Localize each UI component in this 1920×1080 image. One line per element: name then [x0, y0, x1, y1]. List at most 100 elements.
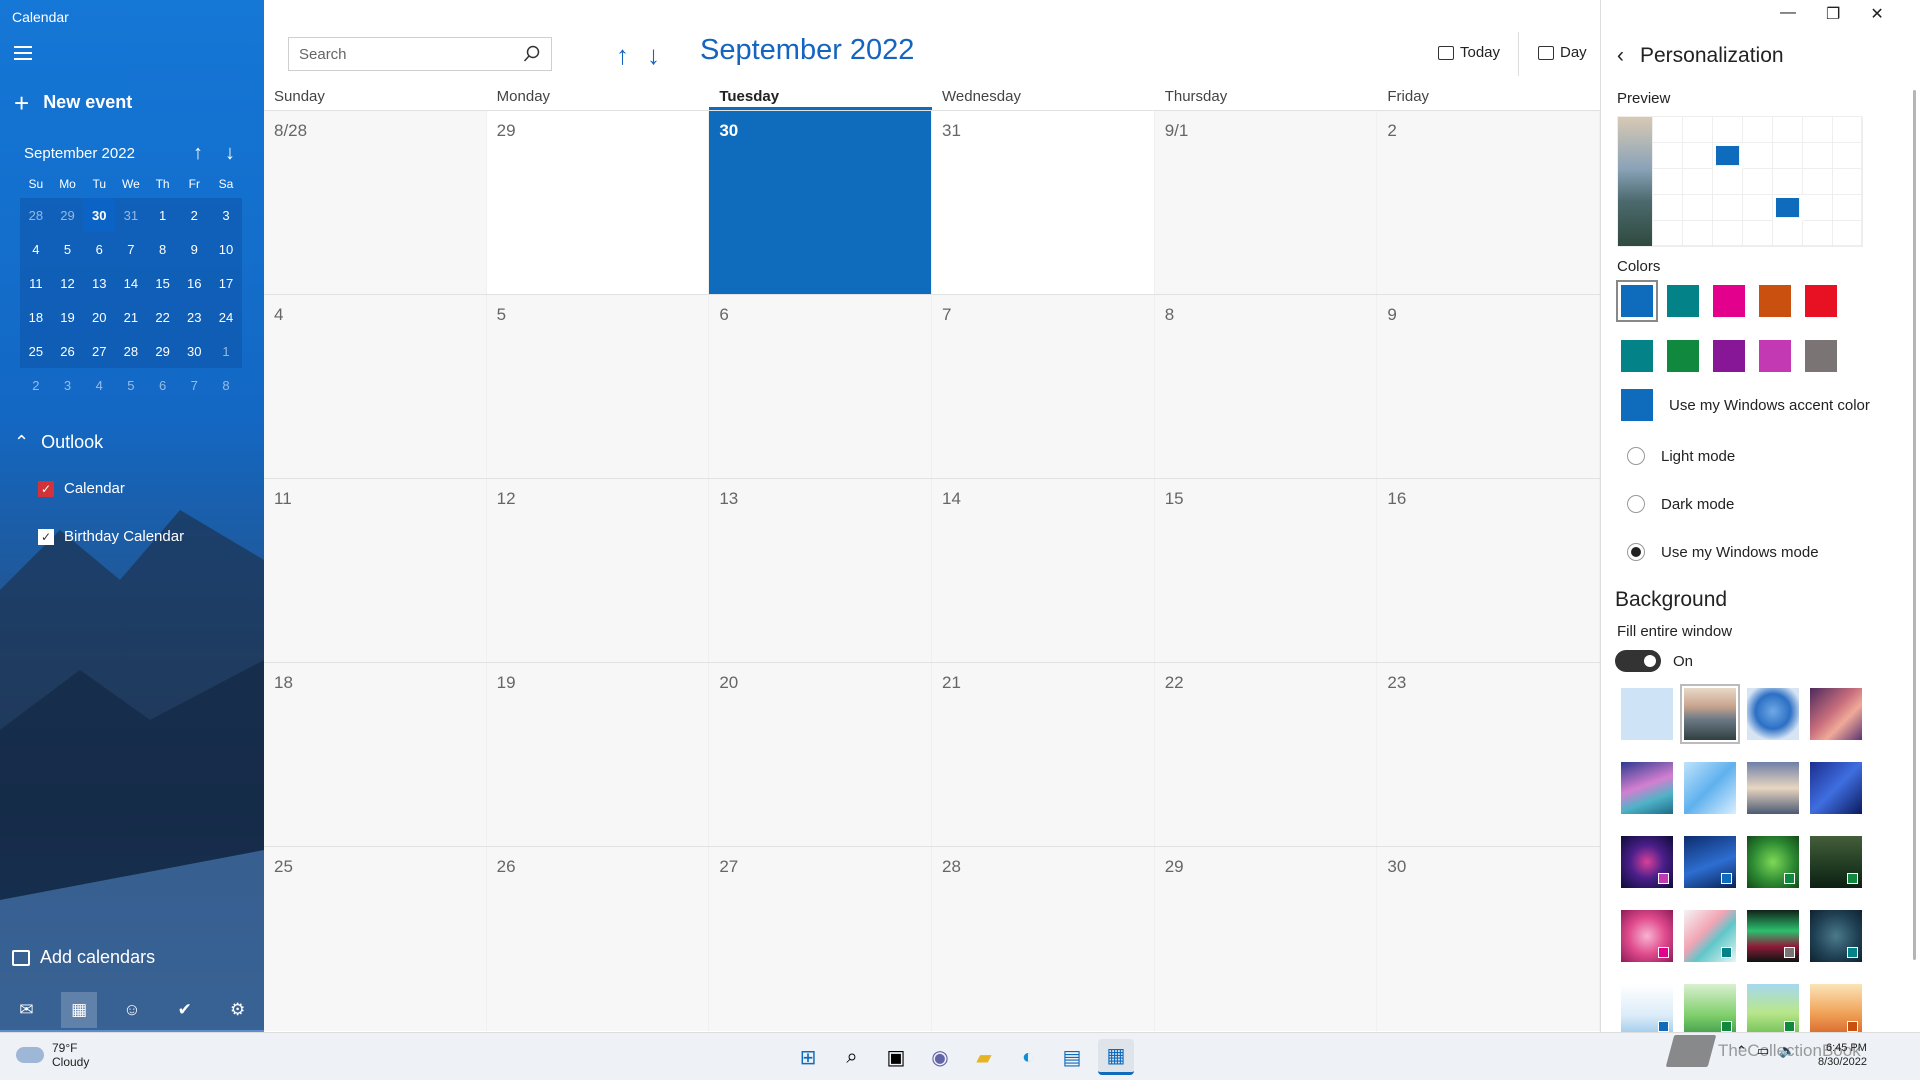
background-thumbnail-sunset-lake[interactable] [1747, 762, 1799, 814]
day-cell[interactable]: 20 [709, 663, 933, 847]
calendar-app-icon[interactable]: ▦ [1098, 1039, 1134, 1075]
file-explorer-icon[interactable]: ▰ [966, 1039, 1002, 1075]
day-cell[interactable]: 13 [709, 479, 933, 663]
day-cell[interactable]: 9/1 [1154, 111, 1378, 295]
day-cell[interactable]: 27 [709, 847, 933, 1031]
day-cell[interactable]: 14 [932, 479, 1155, 663]
next-month-arrow-icon[interactable]: ↓ [647, 40, 660, 71]
mini-day[interactable]: 5 [115, 368, 147, 402]
background-thumbnail-forest[interactable] [1810, 836, 1862, 888]
back-arrow-icon[interactable]: ‹ [1617, 44, 1624, 68]
background-thumbnail-snowflakes[interactable] [1810, 910, 1862, 962]
month-title[interactable]: September 2022 [700, 34, 914, 67]
mini-day[interactable]: 28 [20, 198, 52, 232]
windows-accent-option[interactable]: Use my Windows accent color [1621, 389, 1870, 421]
mini-day[interactable]: 18 [20, 300, 52, 334]
hamburger-menu-icon[interactable] [14, 46, 32, 60]
search-icon[interactable] [523, 45, 541, 63]
color-swatch-magenta[interactable] [1759, 340, 1791, 372]
mini-next-arrow-icon[interactable]: ↓ [214, 142, 246, 165]
mini-day[interactable]: 30 [178, 334, 210, 368]
new-event-button[interactable]: + New event [14, 90, 132, 116]
background-thumbnail-hills[interactable] [1684, 984, 1736, 1036]
fill-window-toggle[interactable] [1615, 650, 1661, 672]
dark-mode-option[interactable]: Dark mode [1627, 495, 1734, 513]
day-cell[interactable]: 21 [932, 663, 1155, 847]
mini-day[interactable]: 11 [20, 266, 52, 300]
mini-day[interactable]: 28 [115, 334, 147, 368]
mini-day[interactable]: 5 [52, 232, 84, 266]
background-thumbnail-plain[interactable] [1621, 688, 1673, 740]
day-cell[interactable]: 4 [264, 295, 487, 479]
calendar-list-item[interactable]: ✓ Calendar [38, 480, 125, 497]
mini-calendar-month[interactable]: September 2022 [24, 145, 182, 162]
chat-icon[interactable]: ◉ [922, 1039, 958, 1075]
background-thumbnail-tree[interactable] [1747, 688, 1799, 740]
task-view-icon[interactable]: ▣ [878, 1039, 914, 1075]
windows-mode-radio[interactable] [1627, 543, 1645, 561]
mini-day[interactable]: 2 [20, 368, 52, 402]
day-cell[interactable]: 25 [264, 847, 487, 1031]
mini-day[interactable]: 4 [20, 232, 52, 266]
mini-day[interactable]: 29 [52, 198, 84, 232]
background-thumbnail-aurora[interactable] [1747, 910, 1799, 962]
mini-day[interactable]: 9 [178, 232, 210, 266]
background-thumbnail-flower[interactable] [1621, 910, 1673, 962]
edge-icon[interactable]: ◐ [1010, 1039, 1046, 1075]
mini-day[interactable]: 19 [52, 300, 84, 334]
mini-day[interactable]: 7 [115, 232, 147, 266]
dark-mode-radio[interactable] [1627, 495, 1645, 513]
day-cell[interactable]: 5 [486, 295, 710, 479]
color-swatch-gray[interactable] [1805, 340, 1837, 372]
mini-day[interactable]: 25 [20, 334, 52, 368]
mini-day[interactable]: 3 [210, 198, 242, 232]
calendar-icon[interactable]: ▦ [61, 992, 98, 1028]
background-thumbnail-winter[interactable] [1621, 984, 1673, 1036]
color-swatch-orange[interactable] [1759, 285, 1791, 317]
day-cell[interactable]: 29 [1154, 847, 1378, 1031]
day-cell[interactable]: 11 [264, 479, 487, 663]
day-cell[interactable]: 29 [486, 111, 710, 295]
chevron-up-icon[interactable]: ⌃ [1736, 1043, 1747, 1059]
color-swatch-green[interactable] [1667, 340, 1699, 372]
day-cell[interactable]: 15 [1154, 479, 1378, 663]
mini-day[interactable]: 6 [147, 368, 179, 402]
outlook-group-toggle[interactable]: ⌃ Outlook [14, 432, 103, 453]
mini-day[interactable]: 4 [83, 368, 115, 402]
background-thumbnail-ice[interactable] [1684, 762, 1736, 814]
day-cell[interactable]: 23 [1377, 663, 1601, 847]
calendar-checkbox[interactable]: ✓ [38, 480, 54, 497]
background-thumbnail-blue-crystal[interactable] [1684, 836, 1736, 888]
day-cell[interactable]: 30 [1377, 847, 1601, 1031]
mini-day[interactable]: 7 [178, 368, 210, 402]
panel-scrollbar[interactable] [1913, 90, 1916, 960]
accent-color-swatch[interactable] [1621, 389, 1653, 421]
people-icon[interactable]: ☺ [114, 992, 150, 1028]
background-thumbnail-autumn[interactable] [1810, 984, 1862, 1036]
day-view-button[interactable]: Day [1538, 44, 1587, 61]
day-cell[interactable]: 7 [932, 295, 1155, 479]
mini-day[interactable]: 21 [115, 300, 147, 334]
background-thumbnail-blue-lines[interactable] [1810, 762, 1862, 814]
volume-icon[interactable]: 🔈 [1779, 1043, 1795, 1059]
day-cell-selected[interactable]: 30 [709, 111, 933, 295]
day-cell[interactable]: 26 [486, 847, 710, 1031]
mini-day[interactable]: 8 [147, 232, 179, 266]
day-cell[interactable]: 2 [1377, 111, 1601, 295]
background-thumbnail-neon[interactable] [1621, 836, 1673, 888]
mini-day[interactable]: 2 [178, 198, 210, 232]
mini-day[interactable]: 17 [210, 266, 242, 300]
mini-day[interactable]: 22 [147, 300, 179, 334]
day-cell[interactable]: 19 [486, 663, 710, 847]
birthday-calendar-list-item[interactable]: ✓ Birthday Calendar [38, 528, 184, 545]
close-icon[interactable]: ✕ [1870, 4, 1883, 24]
search-icon[interactable]: ⌕ [834, 1039, 870, 1075]
day-cell[interactable]: 16 [1377, 479, 1601, 663]
mini-day[interactable]: 15 [147, 266, 179, 300]
mini-day[interactable]: 23 [178, 300, 210, 334]
mini-day[interactable]: 31 [115, 198, 147, 232]
mini-day[interactable]: 16 [178, 266, 210, 300]
day-cell[interactable]: 6 [709, 295, 933, 479]
day-cell[interactable]: 31 [932, 111, 1155, 295]
previous-month-arrow-icon[interactable]: ↑ [616, 40, 629, 71]
